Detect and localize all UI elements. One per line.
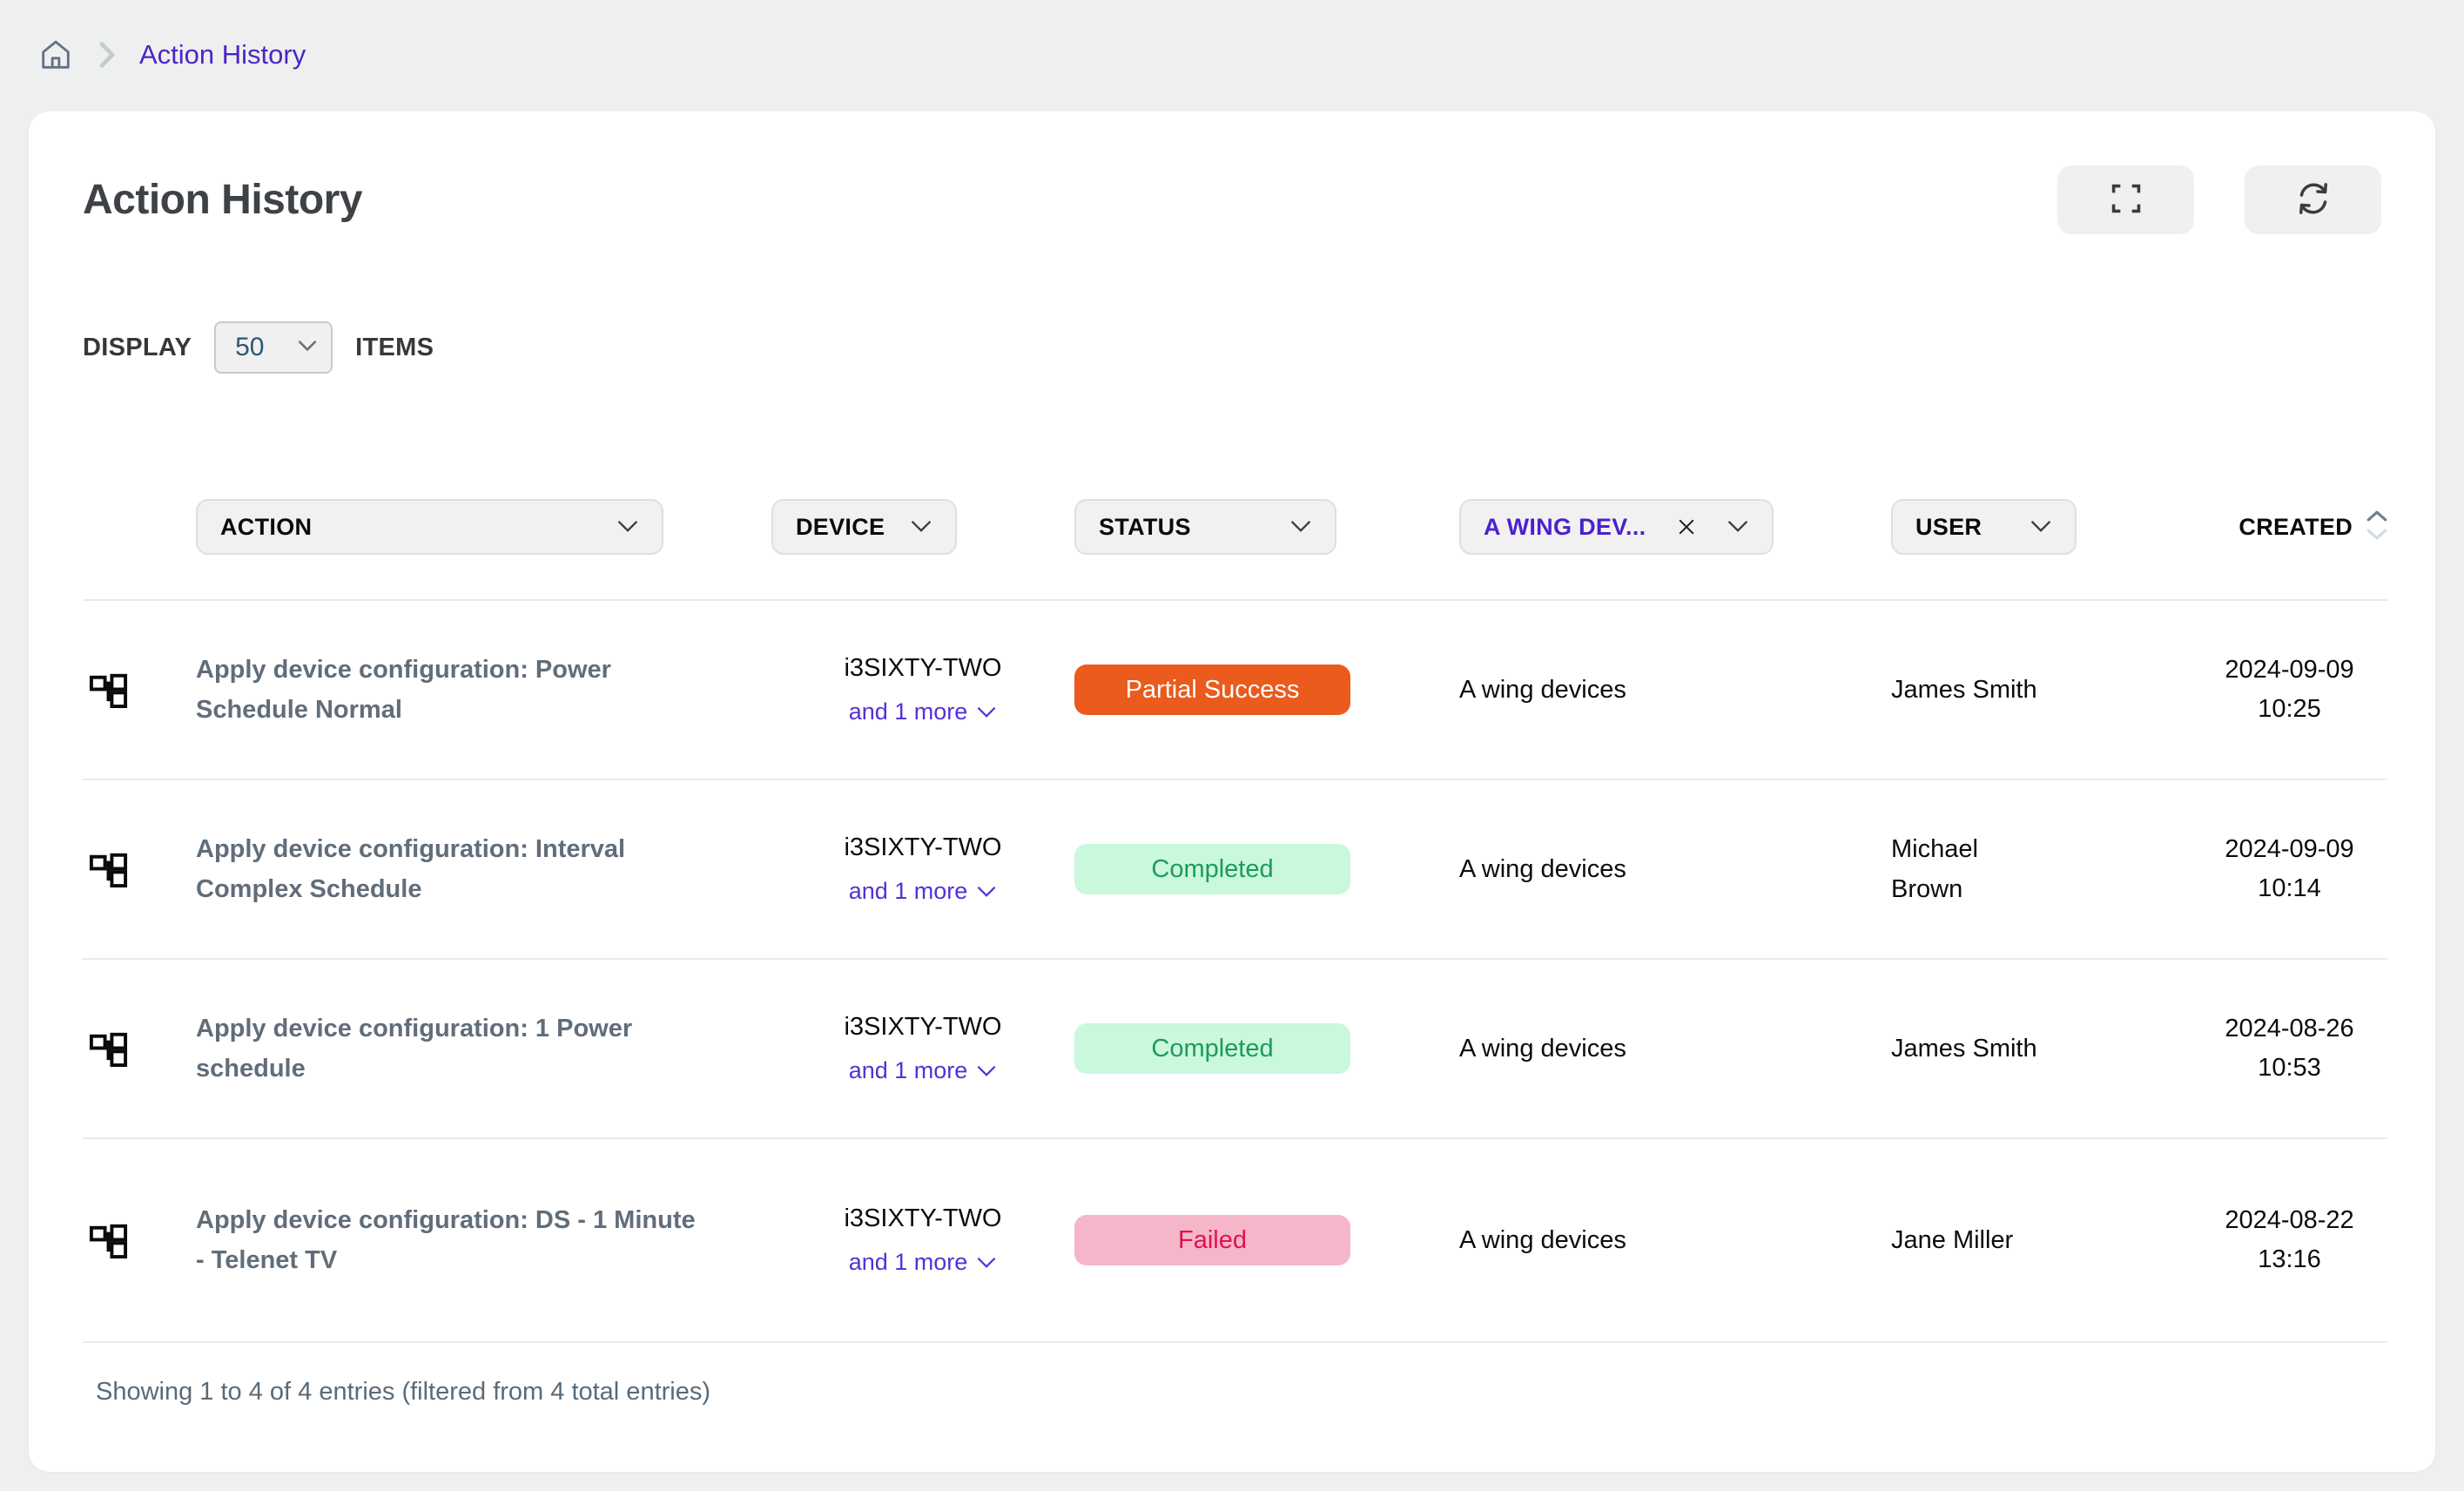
chevron-down-icon: [910, 519, 932, 536]
device-group: A wing devices: [1459, 1035, 1626, 1063]
table-row: Apply device configuration: Power Schedu…: [83, 601, 2387, 780]
device-more-toggle[interactable]: and 1 more: [849, 1057, 998, 1084]
breadcrumb: Action History: [0, 0, 2464, 87]
device-more-label: and 1 more: [849, 1249, 968, 1276]
device-name: i3SIXTY-TWO: [844, 654, 1001, 683]
created-time: 10:53: [2258, 1049, 2321, 1088]
display-count-select[interactable]: 50: [214, 321, 333, 374]
table-row: Apply device configuration: DS - 1 Minut…: [83, 1139, 2387, 1343]
action-history-table: ACTION DEVICE: [29, 499, 2435, 1343]
device-tree-icon: [88, 1218, 129, 1263]
display-count-value: 50: [235, 333, 264, 362]
display-items-control: DISPLAY 50 ITEMS: [29, 321, 2435, 374]
close-icon[interactable]: [1678, 518, 1695, 536]
page: Action History Action History: [0, 0, 2464, 1491]
user-name: James Smith: [1891, 670, 2037, 710]
status-badge: Completed: [1074, 844, 1350, 894]
created-time: 10:14: [2258, 869, 2321, 908]
user-name: James Smith: [1891, 1029, 2037, 1069]
created-date: 2024-08-22: [2225, 1201, 2353, 1240]
action-history-card: Action History: [29, 111, 2435, 1472]
filter-device-group[interactable]: A WING DEV...: [1459, 499, 1774, 555]
chevron-right-icon: [98, 40, 117, 70]
device-group: A wing devices: [1459, 676, 1626, 705]
sort-desc-icon: [2366, 529, 2387, 544]
card-actions: [2057, 165, 2381, 234]
device-more-toggle[interactable]: and 1 more: [849, 878, 998, 905]
user-name: Michael Brown: [1891, 829, 2043, 909]
filter-status[interactable]: STATUS: [1074, 499, 1336, 555]
filter-action-label: ACTION: [220, 514, 312, 541]
chevron-down-icon: [1727, 519, 1749, 536]
status-badge: Completed: [1074, 1023, 1350, 1074]
created-column-label: CREATED: [2238, 514, 2353, 541]
user-name: Jane Miller: [1891, 1220, 2013, 1260]
created-date: 2024-08-26: [2225, 1009, 2353, 1049]
created-time: 10:25: [2258, 690, 2321, 729]
device-tree-icon: [88, 847, 129, 892]
filter-device-group-label: A WING DEV...: [1484, 514, 1646, 541]
device-tree-icon: [88, 1026, 129, 1071]
created-date: 2024-09-09: [2225, 830, 2353, 869]
items-label: ITEMS: [355, 334, 434, 362]
table-row: Apply device configuration: Interval Com…: [83, 780, 2387, 960]
card-header: Action History: [29, 111, 2435, 234]
device-name: i3SIXTY-TWO: [844, 1204, 1001, 1233]
sort-created[interactable]: [2366, 510, 2387, 544]
device-more-label: and 1 more: [849, 878, 968, 905]
refresh-button[interactable]: [2245, 165, 2381, 234]
created-time: 13:16: [2258, 1240, 2321, 1279]
device-tree-icon: [88, 667, 129, 712]
filter-status-label: STATUS: [1099, 514, 1191, 541]
fullscreen-button[interactable]: [2057, 165, 2194, 234]
status-badge: Failed: [1074, 1215, 1350, 1265]
refresh-icon: [2295, 180, 2332, 219]
device-more-label: and 1 more: [849, 1057, 968, 1084]
home-icon[interactable]: [37, 36, 75, 74]
chevron-down-icon: [298, 340, 317, 356]
filter-device[interactable]: DEVICE: [771, 499, 957, 555]
device-more-toggle[interactable]: and 1 more: [849, 1249, 998, 1276]
action-description: Apply device configuration: Power Schedu…: [196, 650, 697, 730]
table-row: Apply device configuration: 1 Power sche…: [83, 960, 2387, 1139]
fullscreen-icon: [2109, 181, 2144, 219]
table-footer: Showing 1 to 4 of 4 entries (filtered fr…: [29, 1343, 2435, 1407]
filter-device-label: DEVICE: [796, 514, 885, 541]
action-description: Apply device configuration: DS - 1 Minut…: [196, 1200, 697, 1280]
chevron-down-icon: [2030, 519, 2052, 536]
filter-user-label: USER: [1915, 514, 1982, 541]
table-header-row: ACTION DEVICE: [83, 499, 2387, 601]
display-label: DISPLAY: [83, 334, 192, 362]
page-title: Action History: [83, 165, 362, 224]
chevron-down-icon: [1289, 519, 1312, 536]
entries-summary: Showing 1 to 4 of 4 entries (filtered fr…: [96, 1378, 710, 1406]
device-group: A wing devices: [1459, 855, 1626, 884]
device-group: A wing devices: [1459, 1226, 1626, 1255]
status-badge: Partial Success: [1074, 665, 1350, 715]
breadcrumb-current[interactable]: Action History: [139, 39, 306, 71]
chevron-down-icon: [616, 519, 639, 536]
filter-user[interactable]: USER: [1891, 499, 2077, 555]
device-more-label: and 1 more: [849, 698, 968, 725]
sort-asc-icon: [2366, 510, 2387, 526]
device-name: i3SIXTY-TWO: [844, 1013, 1001, 1042]
icon-column-header: [83, 499, 196, 555]
device-name: i3SIXTY-TWO: [844, 833, 1001, 862]
device-more-toggle[interactable]: and 1 more: [849, 698, 998, 725]
action-description: Apply device configuration: Interval Com…: [196, 829, 697, 909]
action-description: Apply device configuration: 1 Power sche…: [196, 1009, 697, 1089]
filter-action[interactable]: ACTION: [196, 499, 663, 555]
created-date: 2024-09-09: [2225, 651, 2353, 690]
